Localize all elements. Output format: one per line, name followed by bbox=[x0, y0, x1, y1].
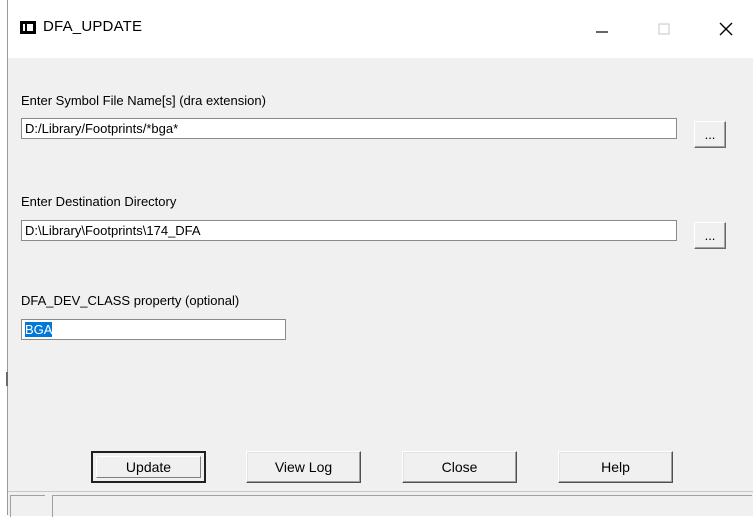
close-icon bbox=[719, 22, 733, 36]
dev-class-label: DFA_DEV_CLASS property (optional) bbox=[21, 293, 240, 308]
update-button[interactable]: Update bbox=[91, 451, 206, 483]
help-button[interactable]: Help bbox=[558, 451, 673, 483]
close-button[interactable]: Close bbox=[402, 451, 517, 483]
dev-class-selected-text: BGA bbox=[25, 322, 53, 337]
minimize-icon bbox=[596, 31, 608, 33]
symbol-files-browse-button[interactable]: ... bbox=[694, 121, 726, 148]
title-bar[interactable]: DFA_UPDATE bbox=[8, 0, 753, 58]
background-window-edge bbox=[0, 0, 8, 515]
symbol-files-label: Enter Symbol File Name[s] (dra extension… bbox=[21, 93, 266, 108]
view-log-button-label: View Log bbox=[274, 459, 333, 475]
update-button-label: Update bbox=[125, 459, 172, 475]
symbol-files-input[interactable]: D:/Library/Footprints/*bga* bbox=[21, 118, 677, 139]
destination-input[interactable]: D:\Library\Footprints\174_DFA bbox=[21, 220, 677, 241]
status-bar-message bbox=[52, 495, 752, 517]
window-title: DFA_UPDATE bbox=[43, 18, 143, 35]
minimize-button[interactable] bbox=[582, 10, 622, 48]
close-button-label: Close bbox=[441, 459, 478, 475]
window-app-icon bbox=[20, 21, 36, 34]
maximize-icon bbox=[658, 23, 670, 35]
view-log-button[interactable]: View Log bbox=[246, 451, 361, 483]
maximize-button[interactable] bbox=[644, 10, 684, 48]
status-bar-cell bbox=[10, 495, 45, 517]
destination-browse-button[interactable]: ... bbox=[694, 222, 726, 249]
dfa-update-dialog: DFA_UPDATE Enter Symbol File Name[s] (dr… bbox=[8, 0, 753, 517]
close-window-button[interactable] bbox=[706, 10, 746, 48]
help-button-label: Help bbox=[601, 459, 630, 475]
status-bar bbox=[8, 491, 753, 517]
dev-class-input[interactable]: BGA bbox=[21, 319, 286, 340]
destination-label: Enter Destination Directory bbox=[21, 194, 177, 209]
